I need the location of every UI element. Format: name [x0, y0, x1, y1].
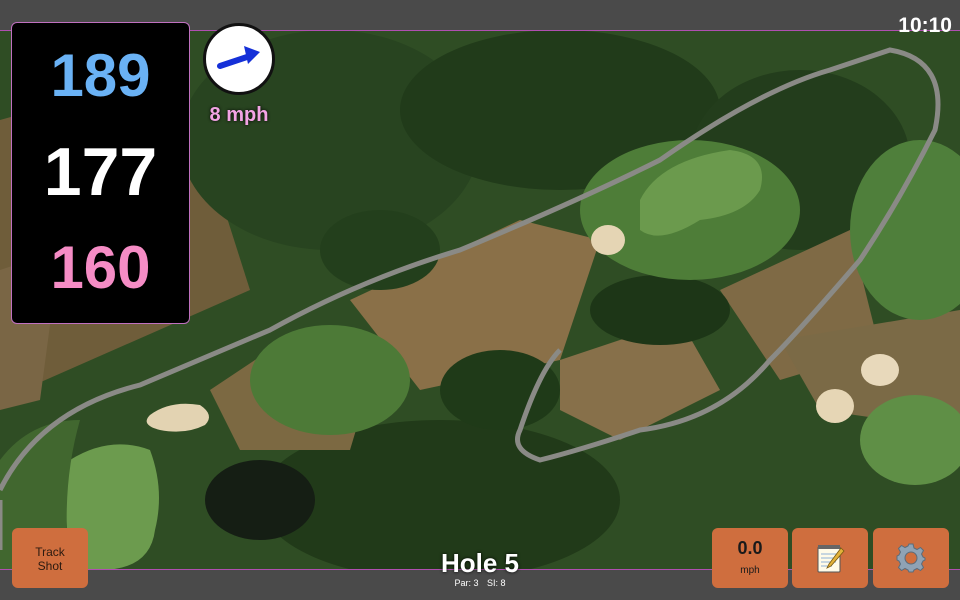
front-yardage: 160 — [50, 234, 151, 301]
hole-title: Hole 5 — [440, 548, 520, 578]
wind-arrow-icon — [217, 46, 260, 69]
back-yardage: 189 — [50, 42, 151, 109]
settings-button[interactable] — [873, 528, 949, 588]
hole-stroke-index: SI: 8 — [487, 578, 506, 588]
track-shot-label-line2: Shot — [37, 559, 63, 573]
wind-indicator — [203, 23, 275, 95]
notes-button[interactable] — [792, 528, 868, 588]
wind-speed: 8 mph — [209, 104, 269, 126]
clock: 10:10 — [898, 14, 952, 37]
speed-button[interactable]: 0.0 mph — [712, 528, 788, 588]
speed-unit: mph — [740, 565, 760, 576]
hole-meta: Par: 3 SI: 8 — [380, 578, 580, 588]
hole-par: Par: 3 — [454, 578, 479, 588]
track-shot-label-line1: Track — [35, 545, 65, 559]
yardage-panel: 189 177 160 — [11, 22, 190, 324]
speed-value: 0.0 — [737, 538, 763, 558]
track-shot-button[interactable]: Track Shot — [12, 528, 88, 588]
gear-icon — [896, 543, 926, 573]
center-yardage: 177 — [43, 134, 158, 210]
notepad-icon — [817, 545, 845, 573]
